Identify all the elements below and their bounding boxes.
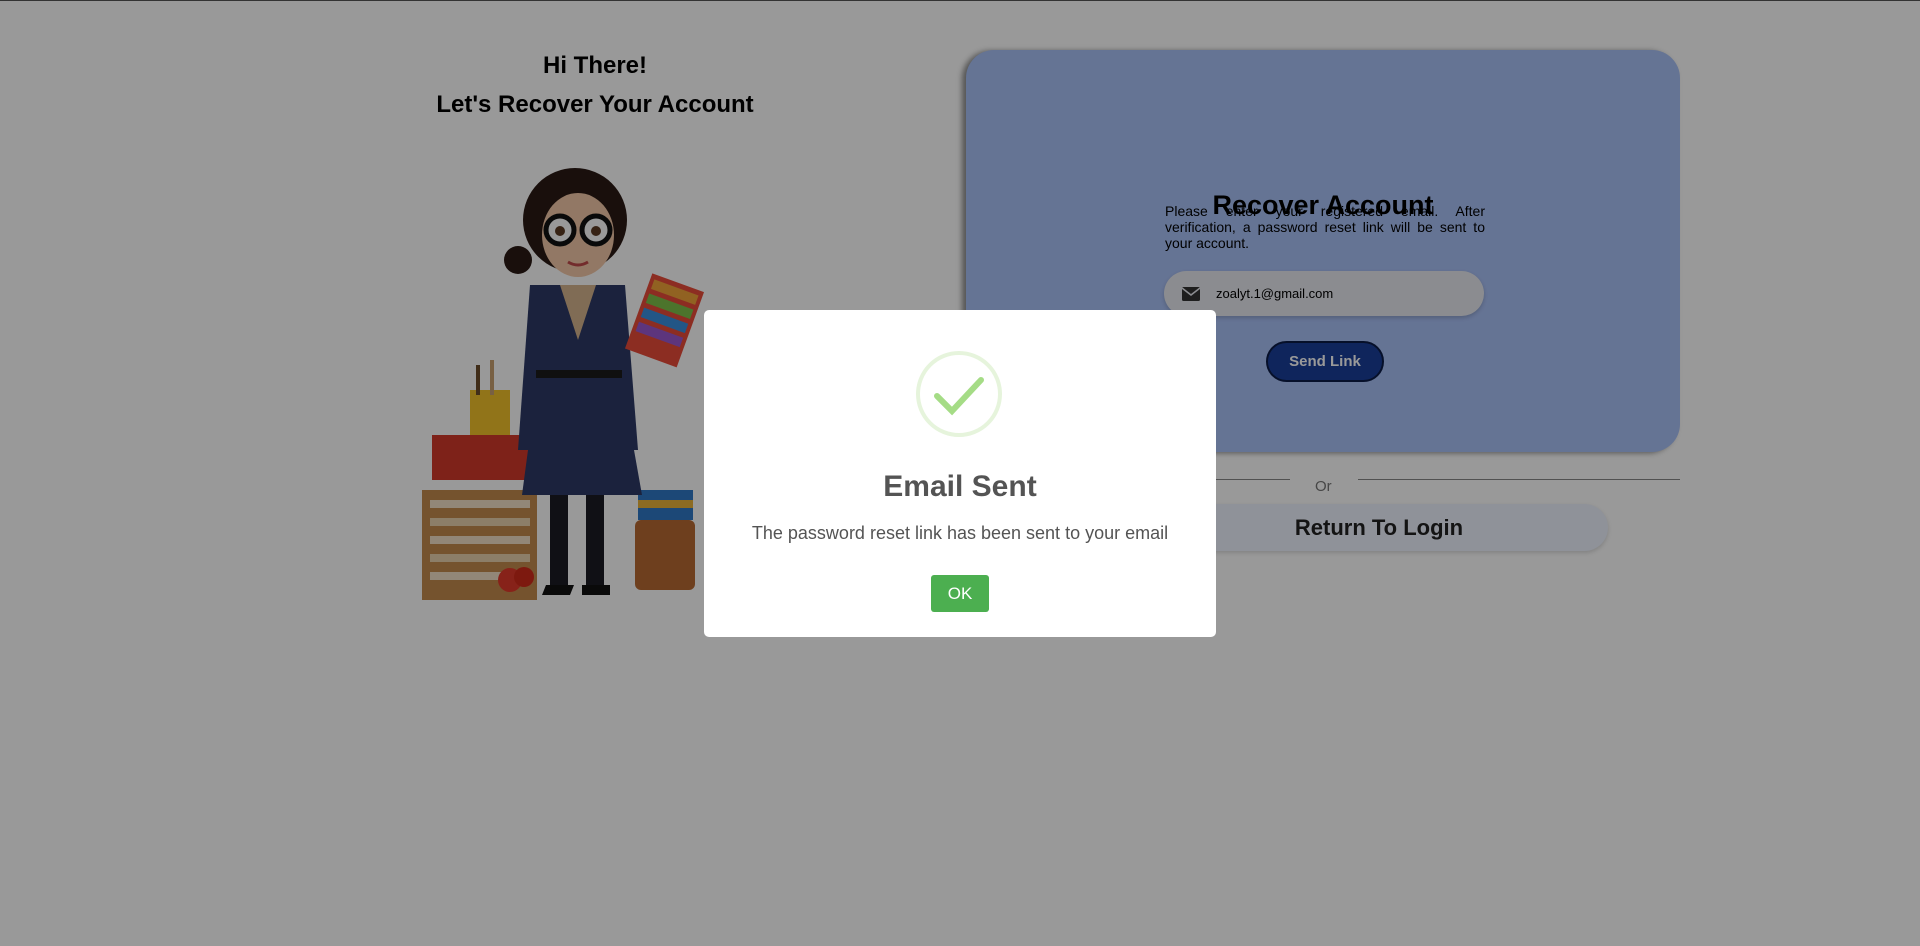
success-check-icon xyxy=(916,351,1002,437)
dialog-message: The password reset link has been sent to… xyxy=(751,523,1169,543)
ok-button[interactable]: OK xyxy=(931,575,989,612)
dialog-title: Email Sent xyxy=(883,470,1037,503)
email-sent-dialog: Email Sent The password reset link has b… xyxy=(704,310,1216,637)
